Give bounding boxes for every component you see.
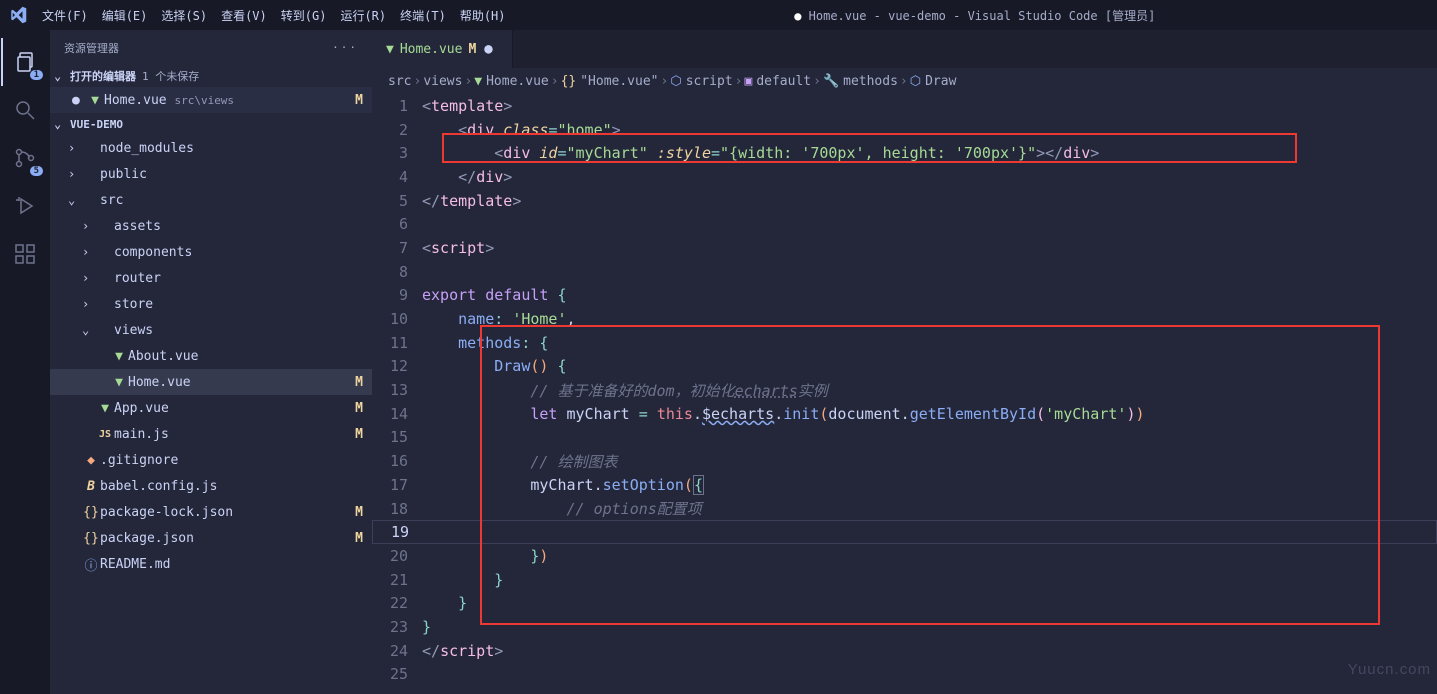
menu-run[interactable]: 运行(R)	[333, 7, 393, 24]
tree-item-babel-config-js[interactable]: Bbabel.config.js	[50, 473, 372, 499]
titlebar: 文件(F) 编辑(E) 选择(S) 查看(V) 转到(G) 运行(R) 终端(T…	[0, 0, 1437, 30]
explorer-more-icon[interactable]: ···	[332, 41, 358, 54]
menu-file[interactable]: 文件(F)	[35, 7, 95, 24]
open-editors-header[interactable]: ⌄ 打开的编辑器 1 个未保存	[50, 65, 372, 87]
tree-item-assets[interactable]: ›assets	[50, 213, 372, 239]
tree-item-components[interactable]: ›components	[50, 239, 372, 265]
activity-debug[interactable]	[1, 182, 49, 230]
editor-area: ▼ Home.vue M ● src›views›▼Home.vue›{}"Ho…	[372, 30, 1437, 694]
code-editor[interactable]: 1<template>2 <div class="home">3 <div id…	[372, 94, 1437, 686]
breadcrumb-0[interactable]: src	[388, 74, 411, 89]
code-line-13[interactable]: 13 // 基于准备好的dom，初始化echarts实例	[372, 378, 1437, 402]
explorer-title: 资源管理器	[64, 40, 119, 56]
vue-icon: ▼	[386, 42, 394, 57]
menu-terminal[interactable]: 终端(T)	[393, 7, 453, 24]
tree-item-src[interactable]: ⌄src	[50, 187, 372, 213]
tree-item-router[interactable]: ›router	[50, 265, 372, 291]
code-line-23[interactable]: 23}	[372, 615, 1437, 639]
tab-dirty-icon: ●	[484, 41, 498, 57]
watermark: Yuucn.com	[1348, 661, 1431, 678]
activity-extensions[interactable]	[1, 230, 49, 278]
breadcrumbs[interactable]: src›views›▼Home.vue›{}"Home.vue"›⬡script…	[372, 68, 1437, 94]
tree-item-package-json[interactable]: {}package.jsonM	[50, 525, 372, 551]
code-line-12[interactable]: 12 Draw() {	[372, 355, 1437, 379]
tree-item-store[interactable]: ›store	[50, 291, 372, 317]
code-line-20[interactable]: 20 })	[372, 544, 1437, 568]
menu-edit[interactable]: 编辑(E)	[95, 7, 155, 24]
explorer-sidebar: 资源管理器 ··· ⌄ 打开的编辑器 1 个未保存 ● ▼ Home.vue s…	[50, 30, 372, 694]
unsaved-count: 1 个未保存	[142, 68, 199, 84]
code-line-15[interactable]: 15	[372, 426, 1437, 450]
menu-select[interactable]: 选择(S)	[154, 7, 214, 24]
vue-icon: ▼	[86, 93, 104, 108]
menu-goto[interactable]: 转到(G)	[274, 7, 334, 24]
tab-filename: Home.vue	[400, 42, 463, 57]
code-line-21[interactable]: 21 }	[372, 568, 1437, 592]
window-title: ● Home.vue - vue-demo - Visual Studio Co…	[513, 7, 1437, 24]
breadcrumb-5[interactable]: ▣default	[744, 74, 811, 89]
code-line-2[interactable]: 2 <div class="home">	[372, 118, 1437, 142]
status-modified: M	[346, 93, 372, 108]
breadcrumb-6[interactable]: 🔧methods	[823, 74, 898, 89]
tab-home-vue[interactable]: ▼ Home.vue M ●	[372, 30, 513, 68]
breadcrumb-1[interactable]: views	[423, 74, 462, 89]
code-line-10[interactable]: 10 name: 'Home',	[372, 307, 1437, 331]
tree-item-main-js[interactable]: JSmain.jsM	[50, 421, 372, 447]
project-header[interactable]: ⌄ VUE-DEMO	[50, 113, 372, 135]
code-line-8[interactable]: 8	[372, 260, 1437, 284]
code-line-7[interactable]: 7<script>	[372, 236, 1437, 260]
tab-modified-indicator: M	[468, 42, 476, 57]
code-line-11[interactable]: 11 methods: {	[372, 331, 1437, 355]
code-line-4[interactable]: 4 </div>	[372, 165, 1437, 189]
tree-item-package-lock-json[interactable]: {}package-lock.jsonM	[50, 499, 372, 525]
menu-bar: 文件(F) 编辑(E) 选择(S) 查看(V) 转到(G) 运行(R) 终端(T…	[35, 7, 513, 24]
tree-item--gitignore[interactable]: ◆.gitignore	[50, 447, 372, 473]
tree-item-README-md[interactable]: ⓘREADME.md	[50, 551, 372, 577]
code-line-5[interactable]: 5</template>	[372, 189, 1437, 213]
code-line-25[interactable]: 25	[372, 663, 1437, 687]
activity-scm[interactable]: 5	[1, 134, 49, 182]
activity-bar: 1 5	[0, 30, 50, 694]
menu-view[interactable]: 查看(V)	[214, 7, 274, 24]
tree-item-App-vue[interactable]: ▼App.vueM	[50, 395, 372, 421]
code-line-14[interactable]: 14 let myChart = this.$echarts.init(docu…	[372, 402, 1437, 426]
tree-item-views[interactable]: ⌄views	[50, 317, 372, 343]
vscode-icon	[0, 6, 35, 24]
code-line-24[interactable]: 24</script>	[372, 639, 1437, 663]
code-line-18[interactable]: 18 // options配置项	[372, 497, 1437, 521]
open-editor-item[interactable]: ● ▼ Home.vue src\views M	[50, 87, 372, 113]
explorer-badge: 1	[30, 70, 43, 80]
code-line-22[interactable]: 22 }	[372, 591, 1437, 615]
activity-explorer[interactable]: 1	[1, 38, 49, 86]
code-line-1[interactable]: 1<template>	[372, 94, 1437, 118]
code-line-19[interactable]: 19	[372, 520, 1437, 544]
code-line-6[interactable]: 6	[372, 212, 1437, 236]
tabs: ▼ Home.vue M ●	[372, 30, 1437, 68]
menu-help[interactable]: 帮助(H)	[453, 7, 513, 24]
breadcrumb-2[interactable]: ▼Home.vue	[474, 74, 548, 89]
code-line-17[interactable]: 17 myChart.setOption({	[372, 473, 1437, 497]
scm-badge: 5	[30, 166, 43, 176]
code-line-9[interactable]: 9export default {	[372, 284, 1437, 308]
tree-item-node_modules[interactable]: ›node_modules	[50, 135, 372, 161]
code-line-3[interactable]: 3 <div id="myChart" :style="{width: '700…	[372, 141, 1437, 165]
tree-item-Home-vue[interactable]: ▼Home.vueM	[50, 369, 372, 395]
tree-item-About-vue[interactable]: ▼About.vue	[50, 343, 372, 369]
breadcrumb-3[interactable]: {}"Home.vue"	[561, 74, 659, 89]
code-line-16[interactable]: 16 // 绘制图表	[372, 449, 1437, 473]
tree-item-public[interactable]: ›public	[50, 161, 372, 187]
breadcrumb-7[interactable]: ⬡Draw	[910, 74, 957, 89]
breadcrumb-4[interactable]: ⬡script	[670, 74, 732, 89]
activity-search[interactable]	[1, 86, 49, 134]
